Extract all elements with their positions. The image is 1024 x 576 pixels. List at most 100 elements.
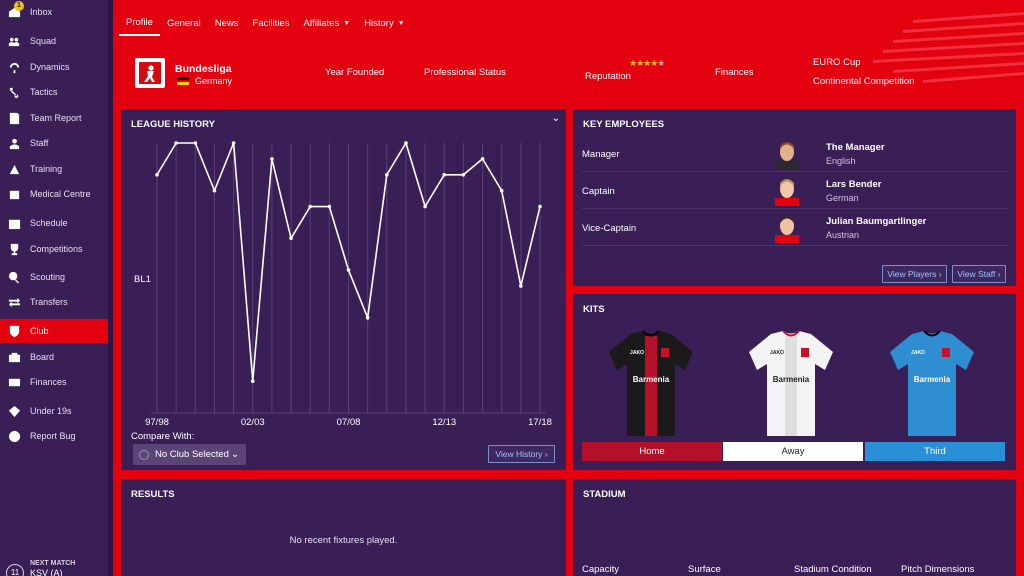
league-position-point — [174, 141, 178, 145]
sidebar-item-label: Transfers — [30, 297, 68, 307]
sidebar-item-team-report[interactable]: Team Report — [0, 106, 113, 130]
kit-shirt-home[interactable]: Barmenia JAKO — [601, 330, 701, 438]
league-position-point — [346, 268, 351, 272]
kit-label-third[interactable]: Third — [865, 442, 1005, 461]
professional-status-label: Professional Status — [424, 67, 506, 78]
sidebar-item-staff[interactable]: Staff — [0, 131, 113, 155]
compare-with-label: Compare With: — [131, 431, 195, 442]
next-match-widget[interactable]: 11 NEXT MATCH KSV (A) — [0, 558, 113, 576]
sidebar-item-label: Staff — [30, 138, 49, 148]
employee-row[interactable]: Manager The Manager English — [582, 135, 1008, 172]
kit-label-home[interactable]: Home — [582, 442, 722, 461]
league-position-point — [193, 141, 198, 145]
sidebar-item-finances[interactable]: Finances — [0, 370, 113, 394]
stadium-title: STADIUM — [583, 489, 626, 500]
sidebar-item-medical-centre[interactable]: Medical Centre — [0, 182, 113, 206]
sidebar-item-inbox[interactable]: Inbox 1 — [0, 0, 113, 24]
league-position-point — [499, 188, 504, 193]
scouting-icon — [6, 269, 22, 285]
kit-shirt-third[interactable]: Barmenia JAKO — [882, 330, 982, 438]
sidebar-item-schedule[interactable]: Schedule — [0, 211, 113, 235]
sidebar-item-squad[interactable]: Squad — [0, 29, 113, 53]
tab-history[interactable]: History ▼ — [357, 10, 412, 36]
view-history-button[interactable]: View History › — [488, 445, 555, 463]
sidebar-item-label: Tactics — [30, 87, 58, 97]
employee-role: Manager — [582, 149, 620, 160]
employee-name[interactable]: Lars Bender — [826, 179, 881, 190]
report-bug-icon — [6, 428, 22, 444]
sidebar-item-label: Schedule — [30, 218, 68, 228]
finances-icon — [6, 374, 22, 390]
next-match-day: 11 — [6, 564, 24, 576]
kit-shirt-away[interactable]: Barmenia JAKO — [741, 330, 841, 438]
chevron-right-icon: › — [544, 449, 548, 459]
employee-nationality: Austrian — [826, 230, 860, 240]
sidebar: Inbox 1 Squad Dynamics Tactics Team Report Sta… — [0, 0, 113, 576]
league-position-point — [404, 141, 408, 145]
tab-general[interactable]: General — [160, 10, 208, 36]
dynamics-icon — [6, 59, 22, 75]
club-icon — [6, 323, 22, 339]
tab-news[interactable]: News — [208, 10, 246, 36]
sidebar-item-transfers[interactable]: Transfers — [0, 290, 113, 314]
sidebar-item-club[interactable]: Club — [0, 319, 113, 343]
employee-avatar — [775, 179, 799, 206]
employee-row[interactable]: Vice-Captain Julian Baumgartlinger Austria… — [582, 209, 1008, 246]
league-position-point — [212, 188, 217, 193]
view-players-button[interactable]: View Players › — [882, 265, 947, 283]
chevron-down-icon: ▼ — [397, 19, 405, 27]
tab-profile[interactable]: Profile — [119, 10, 160, 36]
stadium-capacity-label: Capacity — [582, 564, 619, 575]
svg-text:JAKO: JAKO — [630, 350, 644, 356]
germany-flag-icon — [177, 77, 189, 86]
bundesliga-logo[interactable] — [135, 58, 165, 88]
country-label: Germany — [195, 76, 233, 86]
tab-affiliates[interactable]: Affiliates ▼ — [296, 10, 357, 36]
sidebar-item-under-19s[interactable]: Under 19s — [0, 399, 113, 423]
schedule-icon — [6, 215, 22, 231]
employee-name[interactable]: Julian Baumgartlinger — [826, 216, 926, 227]
sidebar-item-dynamics[interactable]: Dynamics — [0, 55, 113, 79]
league-position-point — [442, 172, 447, 177]
unread-count-badge: 1 — [14, 1, 24, 11]
league-position-point — [289, 236, 293, 241]
sidebar-item-tactics[interactable]: Tactics — [0, 80, 113, 104]
sidebar-item-label: Team Report — [30, 113, 82, 123]
svg-text:Barmenia: Barmenia — [633, 375, 670, 384]
kits-panel: KITS Barmenia JAKO Home Barmenia JAKO Away Bar… — [573, 294, 1016, 470]
employee-avatar — [775, 142, 799, 169]
employee-name[interactable]: The Manager — [826, 142, 885, 153]
no-fixtures-message: No recent fixtures played. — [289, 535, 398, 546]
svg-text:Barmenia: Barmenia — [773, 375, 810, 384]
continental-competition-value[interactable]: EURO Cup — [813, 57, 861, 68]
chevron-right-icon: › — [938, 269, 942, 279]
key-employees-panel: KEY EMPLOYEES Manager The Manager English C… — [573, 109, 1016, 286]
employee-role: Captain — [582, 186, 615, 197]
league-position-point — [155, 172, 159, 177]
employee-nationality: English — [826, 156, 856, 166]
sidebar-item-label: Squad — [30, 36, 57, 46]
league-position-point — [327, 204, 332, 209]
sidebar-item-board[interactable]: Board — [0, 345, 113, 369]
league-position-point — [538, 204, 542, 209]
club-placeholder-icon — [139, 449, 149, 460]
league-position-point — [270, 157, 274, 161]
next-match-opponent: KSV (A) — [30, 568, 63, 576]
compare-club-value: No Club Selected — [155, 449, 229, 460]
league-position-point — [365, 315, 370, 320]
employee-row[interactable]: Captain Lars Bender German — [582, 172, 1008, 209]
view-staff-button[interactable]: View Staff › — [952, 265, 1006, 283]
club-tabs: Profile General News Facilities Affiliat… — [113, 10, 412, 36]
employee-role: Vice-Captain — [582, 223, 637, 234]
sidebar-item-scouting[interactable]: Scouting — [0, 265, 113, 289]
league-name[interactable]: Bundesliga — [175, 63, 232, 75]
staff-icon — [6, 135, 22, 151]
sidebar-item-training[interactable]: Training — [0, 157, 113, 181]
compare-club-select[interactable]: No Club Selected ⌄ — [133, 444, 246, 465]
sidebar-item-label: Training — [30, 164, 63, 174]
sidebar-item-label: Competitions — [30, 244, 83, 254]
sidebar-item-report-bug[interactable]: Report Bug — [0, 424, 113, 448]
kit-label-away[interactable]: Away — [723, 442, 863, 461]
sidebar-item-competitions[interactable]: Competitions — [0, 237, 113, 261]
tab-facilities[interactable]: Facilities — [246, 10, 297, 36]
